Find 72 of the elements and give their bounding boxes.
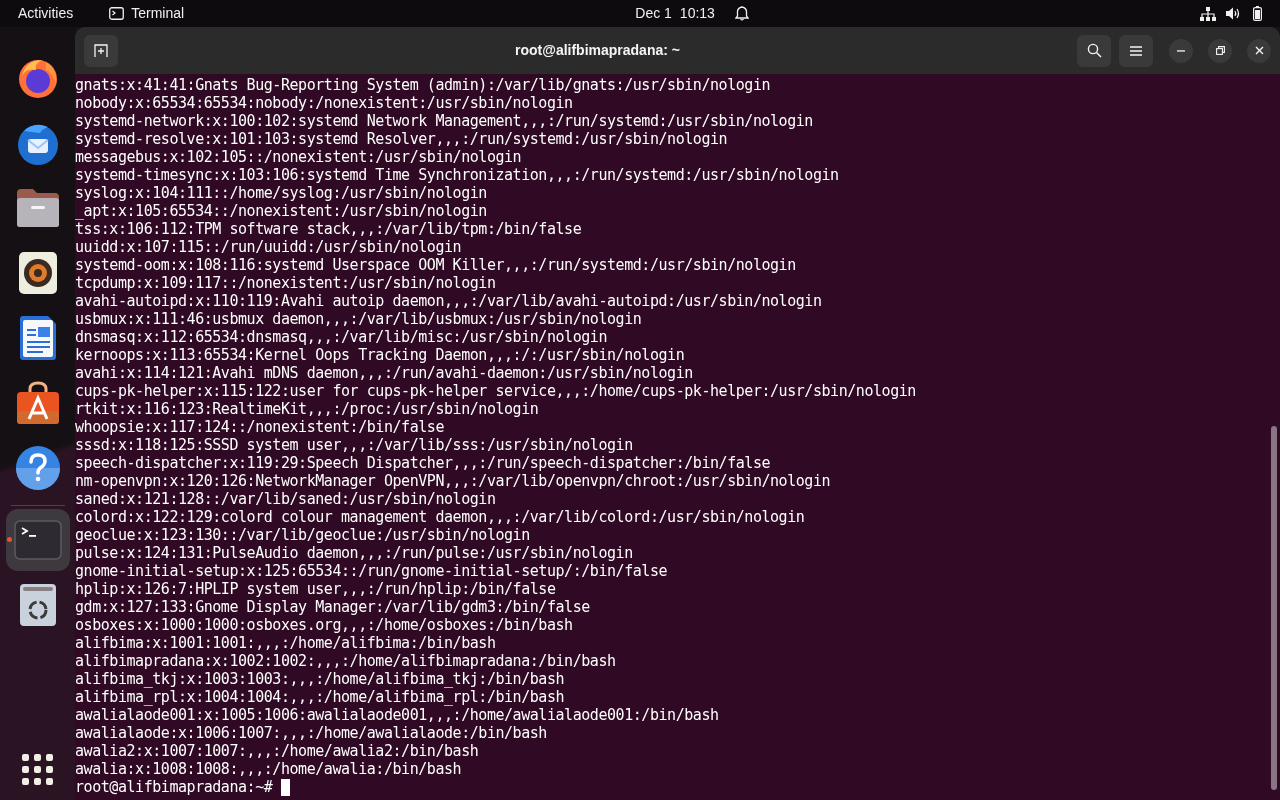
terminal-line: systemd-oom:x:108:116:systemd Userspace OOM Killer,,,:/run/systemd:/usr/sbin/nologin	[75, 256, 796, 274]
terminal-line: colord:x:122:129:colord colour management daemon,,,:/var/lib/colord:/usr/sbin/nologin	[75, 508, 805, 526]
terminal-line: awalialaode001:x:1005:1006:awalialaode001,,,:/home/awalialaode001:/bin/bash	[75, 706, 719, 724]
close-button[interactable]	[1247, 38, 1271, 63]
bell-icon	[734, 6, 749, 21]
terminal-line: whoopsie:x:117:124::/nonexistent:/bin/false	[75, 418, 444, 436]
volume-icon[interactable]	[1226, 7, 1241, 20]
terminal-line: alifbima:x:1001:1001:,,,:/home/alifbima:/bin/bash	[75, 634, 496, 652]
terminal-small-icon	[109, 7, 125, 20]
terminal-line: nobody:x:65534:65534:nobody:/nonexistent:/usr/sbin/nologin	[75, 94, 573, 112]
terminal-line: syslog:x:104:111::/home/syslog:/usr/sbin/nologin	[75, 184, 487, 202]
terminal-line: awalialaode:x:1006:1007:,,,:/home/awalialaode:/bin/bash	[75, 724, 547, 742]
menu-button[interactable]	[1119, 34, 1153, 67]
terminal-line: hplip:x:126:7:HPLIP system user,,,:/run/hplip:/bin/false	[75, 580, 556, 598]
terminal-line: systemd-network:x:100:102:systemd Network Management,,,:/run/systemd:/usr/sbin/nologin	[75, 112, 813, 130]
recycle-bin-icon	[18, 582, 57, 628]
terminal-line: kernoops:x:113:65534:Kernel Oops Tracking Daemon,,,:/:/usr/sbin/nologin	[75, 346, 685, 364]
clock-date[interactable]: Dec 1	[635, 3, 672, 24]
terminal-line: systemd-resolve:x:101:103:systemd Resolver,,,:/run/systemd:/usr/sbin/nologin	[75, 130, 728, 148]
network-icon[interactable]	[1200, 6, 1216, 21]
terminal-line: osboxes:x:1000:1000:osboxes.org,,,:/home/osboxes:/bin/bash	[75, 616, 573, 634]
terminal-line: dnsmasq:x:112:65534:dnsmasq,,,:/var/lib/misc:/usr/sbin/nologin	[75, 328, 607, 346]
terminal-icon	[13, 520, 62, 560]
help-icon	[14, 445, 61, 491]
terminal-line: usbmux:x:111:46:usbmux daemon,,,:/var/lib/usbmux:/usr/sbin/nologin	[75, 310, 642, 328]
terminal-line: speech-dispatcher:x:119:29:Speech Dispatcher,,,:/run/speech-dispatcher:/bin/false	[75, 454, 771, 472]
terminal-line: saned:x:121:128::/var/lib/saned:/usr/sbin/nologin	[75, 490, 496, 508]
terminal-line: _apt:x:105:65534::/nonexistent:/usr/sbin/nologin	[75, 202, 487, 220]
clock-time[interactable]: 10:13	[679, 3, 715, 24]
terminal-line: systemd-timesync:x:103:106:systemd Time Synchronization,,,:/run/systemd:/usr/sbin/nologin	[75, 166, 839, 184]
terminal-line: tss:x:106:112:TPM software stack,,,:/var/lib/tpm:/bin/false	[75, 220, 582, 238]
terminal-line: avahi:x:114:121:Avahi mDNS daemon,,,:/run/avahi-daemon:/usr/sbin/nologin	[75, 364, 693, 382]
shopping-bag-icon	[14, 381, 61, 425]
terminal-line: gdm:x:127:133:Gnome Display Manager:/var/lib/gdm3:/bin/false	[75, 598, 590, 616]
close-icon	[1254, 46, 1264, 55]
terminal-line: avahi-autoipd:x:110:119:Avahi autoip daemon,,,:/var/lib/avahi-autoipd:/usr/sbin/nologin	[75, 292, 822, 310]
terminal-line: alifbimapradana:x:1002:1002:,,,:/home/alifbimapradana:/bin/bash	[75, 652, 616, 670]
speaker-icon	[17, 251, 58, 295]
restore-button[interactable]	[1208, 38, 1232, 63]
prompt: root@alifbimapradana:~#	[75, 778, 273, 796]
terminal-line: gnome-initial-setup:x:125:65534::/run/gnome-initial-setup/:/bin/false	[75, 562, 668, 580]
terminal-line: pulse:x:124:131:PulseAudio daemon,,,:/run/pulse:/usr/sbin/nologin	[75, 544, 633, 562]
search-icon	[1086, 43, 1102, 58]
search-button[interactable]	[1077, 34, 1111, 67]
minimize-button[interactable]	[1169, 38, 1193, 63]
new-tab-icon	[94, 43, 108, 58]
terminal-line: alifbima_tkj:x:1003:1003:,,,:/home/alifbima_tkj:/bin/bash	[75, 670, 565, 688]
terminal-line: uuidd:x:107:115::/run/uuidd:/usr/sbin/nologin	[75, 238, 462, 256]
document-icon	[17, 315, 58, 361]
terminal-line: cups-pk-helper:x:115:122:user for cups-pk-helper service,,,:/home/cups-pk-helper:/usr/sbin/nologin	[75, 382, 916, 400]
minimize-icon	[1177, 49, 1185, 52]
terminal-line: awalia:x:1008:1008:,,,:/home/awalia:/bin/bash	[75, 760, 462, 778]
cursor	[281, 778, 291, 796]
terminal-line: geoclue:x:123:130::/var/lib/geoclue:/usr/sbin/nologin	[75, 526, 530, 544]
restore-icon	[1215, 46, 1225, 55]
app-grid-icon[interactable]	[21, 754, 54, 786]
terminal-line: nm-openvpn:x:120:126:NetworkManager OpenVPN,,,:/var/lib/openvpn/chroot:/usr/sbin/nologin	[75, 472, 831, 490]
app-menu[interactable]: Terminal	[131, 3, 185, 24]
terminal-line: sssd:x:118:125:SSSD system user,,,:/var/lib/sss:/usr/sbin/nologin	[75, 436, 633, 454]
terminal-line: gnats:x:41:41:Gnats Bug-Reporting System (admin):/var/lib/gnats:/usr/sbin/nologin	[75, 76, 771, 94]
terminal-line: rtkit:x:116:123:RealtimeKit,,,:/proc:/usr/sbin/nologin	[75, 400, 539, 418]
menu-icon	[1130, 45, 1142, 56]
window-title: root@alifbimapradana: ~	[515, 41, 680, 60]
terminal-line: alifbima_rpl:x:1004:1004:,,,:/home/alifbima_rpl:/bin/bash	[75, 688, 565, 706]
terminal-line: messagebus:x:102:105::/nonexistent:/usr/sbin/nologin	[75, 148, 522, 166]
terminal-line: awalia2:x:1007:1007:,,,:/home/awalia2:/bin/bash	[75, 742, 479, 760]
terminal-line: tcpdump:x:109:117::/nonexistent:/usr/sbin/nologin	[75, 274, 496, 292]
folder-icon	[14, 187, 61, 229]
scrollbar-thumb[interactable]	[1271, 426, 1277, 790]
battery-icon[interactable]	[1253, 6, 1262, 21]
activities-button[interactable]: Activities	[18, 3, 74, 24]
new-tab-button[interactable]	[84, 34, 118, 67]
